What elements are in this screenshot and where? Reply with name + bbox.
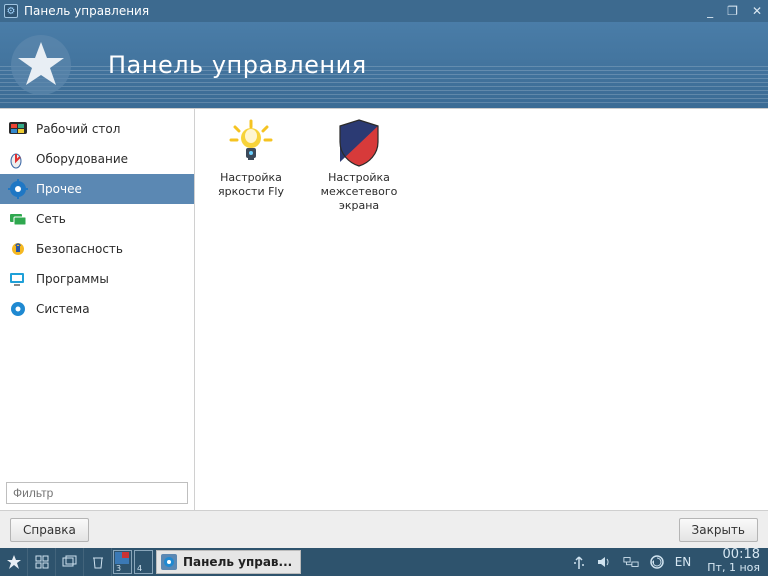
taskbar-trash-icon[interactable] xyxy=(84,548,112,576)
taskbar-grid-icon[interactable] xyxy=(28,548,56,576)
dialog-buttons: Справка Закрыть xyxy=(0,510,768,548)
tray-volume-icon[interactable] xyxy=(597,554,613,570)
sidebar-item-label: Сеть xyxy=(36,212,66,226)
sidebar-item-label: Рабочий стол xyxy=(36,122,120,136)
clock-date: Пт, 1 ноя xyxy=(707,562,760,574)
sidebar-item-label: Система xyxy=(36,302,90,316)
sidebar-item-programs[interactable]: Программы xyxy=(0,264,194,294)
tray-usb-icon[interactable] xyxy=(571,554,587,570)
window-title: Панель управления xyxy=(24,4,149,18)
sidebar-item-label: Прочее xyxy=(36,182,82,196)
system-tray: EN xyxy=(563,548,700,576)
window-maximize-button[interactable]: ❐ xyxy=(727,5,738,17)
task-app-icon xyxy=(161,554,177,570)
window-close-button[interactable]: ✕ xyxy=(752,5,762,17)
taskbar-task-button[interactable]: Панель управ... xyxy=(156,550,301,574)
sidebar-item-system[interactable]: Система xyxy=(0,294,194,324)
sidebar-item-hardware[interactable]: Оборудование xyxy=(0,144,194,174)
taskbar-clock[interactable]: 00:18 Пт, 1 ноя xyxy=(699,548,768,576)
close-button-label: Закрыть xyxy=(692,523,745,537)
tray-language[interactable]: EN xyxy=(675,555,692,569)
header-banner: Панель управления xyxy=(0,22,768,108)
security-icon xyxy=(8,239,28,259)
page-title: Панель управления xyxy=(108,51,367,79)
taskbar-windows-icon[interactable] xyxy=(56,548,84,576)
tray-network-icon[interactable] xyxy=(623,554,639,570)
tray-update-icon[interactable] xyxy=(649,554,665,570)
sidebar-item-label: Безопасность xyxy=(36,242,123,256)
programs-icon xyxy=(8,269,28,289)
sidebar-item-other[interactable]: Прочее xyxy=(0,174,194,204)
help-button-label: Справка xyxy=(23,523,76,537)
desktop-pager[interactable]: 3 4 xyxy=(112,548,154,576)
sidebar-item-label: Программы xyxy=(36,272,109,286)
help-button[interactable]: Справка xyxy=(10,518,89,542)
main-panel: Настройка яркости Fly Настройка межсетев… xyxy=(195,109,768,510)
desktop-icon xyxy=(8,119,28,139)
network-icon xyxy=(8,209,28,229)
filter-input[interactable] xyxy=(6,482,188,504)
hardware-icon xyxy=(8,149,28,169)
task-label: Панель управ... xyxy=(183,555,292,569)
brightness-icon xyxy=(226,117,276,169)
start-menu-button[interactable] xyxy=(0,548,28,576)
window-titlebar: ⚙ Панель управления _ ❐ ✕ xyxy=(0,0,768,22)
sidebar: Рабочий стол Оборудование Прочее Сеть xyxy=(0,109,195,510)
pager-label: 3 xyxy=(116,564,121,573)
clock-time: 00:18 xyxy=(707,548,760,562)
system-taskbar: 3 4 Панель управ... EN 00:18 Пт, 1 ноя xyxy=(0,548,768,576)
launcher-firewall[interactable]: Настройка межсетевого экрана xyxy=(313,117,405,212)
window-app-icon: ⚙ xyxy=(4,4,18,18)
sidebar-item-security[interactable]: Безопасность xyxy=(0,234,194,264)
gear-icon xyxy=(8,179,28,199)
launcher-brightness[interactable]: Настройка яркости Fly xyxy=(205,117,297,199)
close-button[interactable]: Закрыть xyxy=(679,518,758,542)
sidebar-item-label: Оборудование xyxy=(36,152,128,166)
shield-icon xyxy=(336,117,382,169)
window-minimize-button[interactable]: _ xyxy=(707,5,713,17)
launcher-label: Настройка яркости Fly xyxy=(205,171,297,199)
sidebar-item-network[interactable]: Сеть xyxy=(0,204,194,234)
header-star-icon xyxy=(8,32,74,98)
sidebar-item-desktop[interactable]: Рабочий стол xyxy=(0,114,194,144)
launcher-label: Настройка межсетевого экрана xyxy=(313,171,405,212)
system-gear-icon xyxy=(8,299,28,319)
pager-label: 4 xyxy=(137,564,142,573)
